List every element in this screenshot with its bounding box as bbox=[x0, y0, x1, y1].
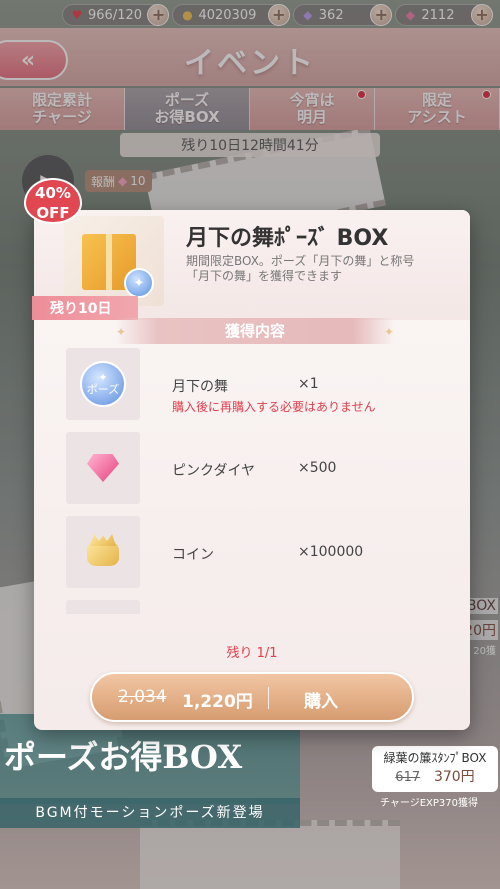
discount-badge: 40% OFF bbox=[24, 178, 82, 224]
reward-item-coin: コイン ×100000 bbox=[64, 514, 454, 598]
pink-diamond-icon bbox=[81, 446, 125, 490]
stamp-box-old-price: 617 bbox=[395, 770, 421, 785]
modal-description: 期間限定BOX。ポーズ「月下の舞」と称号「月下の舞」を獲得できます bbox=[186, 254, 415, 283]
sale-price: 1,220円 bbox=[182, 692, 253, 712]
banner-subtitle: BGM付モーションポーズ新登場 bbox=[0, 798, 300, 828]
discount-off-label: OFF bbox=[36, 204, 70, 222]
reward-name: ピンクダイヤ bbox=[172, 463, 256, 479]
section-header: 獲得内容 bbox=[116, 318, 394, 344]
stamp-box-offer[interactable]: 緑葉の簾ｽﾀﾝﾌﾟBOX 617 370円 bbox=[372, 746, 498, 792]
pose-icon-label: ポーズ bbox=[86, 383, 120, 396]
reward-item-partial bbox=[64, 598, 454, 614]
reward-qty: ×100000 bbox=[298, 544, 364, 560]
reward-thumb bbox=[66, 432, 140, 504]
reward-thumb bbox=[66, 516, 140, 588]
original-price: 2,034 bbox=[118, 687, 167, 707]
stamp-box-exp-note: チャージEXP370獲得 bbox=[380, 798, 478, 809]
reward-name: 月下の舞 bbox=[172, 379, 228, 395]
purchase-label: 購入 bbox=[304, 692, 338, 712]
modal-title: 月下の舞ﾎﾟｰｽﾞ BOX bbox=[186, 226, 389, 251]
pose-badge-icon: ✦ bbox=[124, 268, 154, 298]
purchase-button[interactable]: 2,034 1,220円 購入 bbox=[90, 672, 414, 722]
remaining-count: 残り 1/1 bbox=[226, 646, 278, 661]
pose-icon: ✦ ポーズ bbox=[80, 361, 126, 407]
product-image: ✦ bbox=[64, 216, 164, 306]
purchase-modal: ✦ 残り10日 月下の舞ﾎﾟｰｽﾞ BOX 期間限定BOX。ポーズ「月下の舞」と… bbox=[32, 210, 470, 730]
reward-qty: ×500 bbox=[298, 460, 337, 476]
remaining-days-tag: 残り10日 bbox=[32, 296, 138, 320]
stamp-box-new-price: 370円 bbox=[433, 769, 475, 785]
button-divider bbox=[268, 687, 269, 709]
reward-note: 購入後に再購入する必要はありません bbox=[172, 400, 376, 414]
reward-thumb: ✦ ポーズ bbox=[66, 348, 140, 420]
reward-qty: ×1 bbox=[298, 376, 319, 392]
reward-name: コイン bbox=[172, 547, 214, 563]
reward-item-pink-diamond: ピンクダイヤ ×500 bbox=[64, 430, 454, 514]
reward-list[interactable]: ✦ ポーズ 月下の舞 ×1 購入後に再購入する必要はありません ピンクダイヤ ×… bbox=[64, 346, 454, 614]
reward-thumb bbox=[66, 600, 140, 614]
sparkle-icon: ✦ bbox=[384, 325, 395, 339]
coin-icon bbox=[81, 530, 125, 574]
stamp-box-title: 緑葉の簾ｽﾀﾝﾌﾟBOX bbox=[383, 751, 487, 765]
reward-item-pose: ✦ ポーズ 月下の舞 ×1 購入後に再購入する必要はありません bbox=[64, 346, 454, 430]
discount-percent: 40% bbox=[35, 184, 71, 202]
